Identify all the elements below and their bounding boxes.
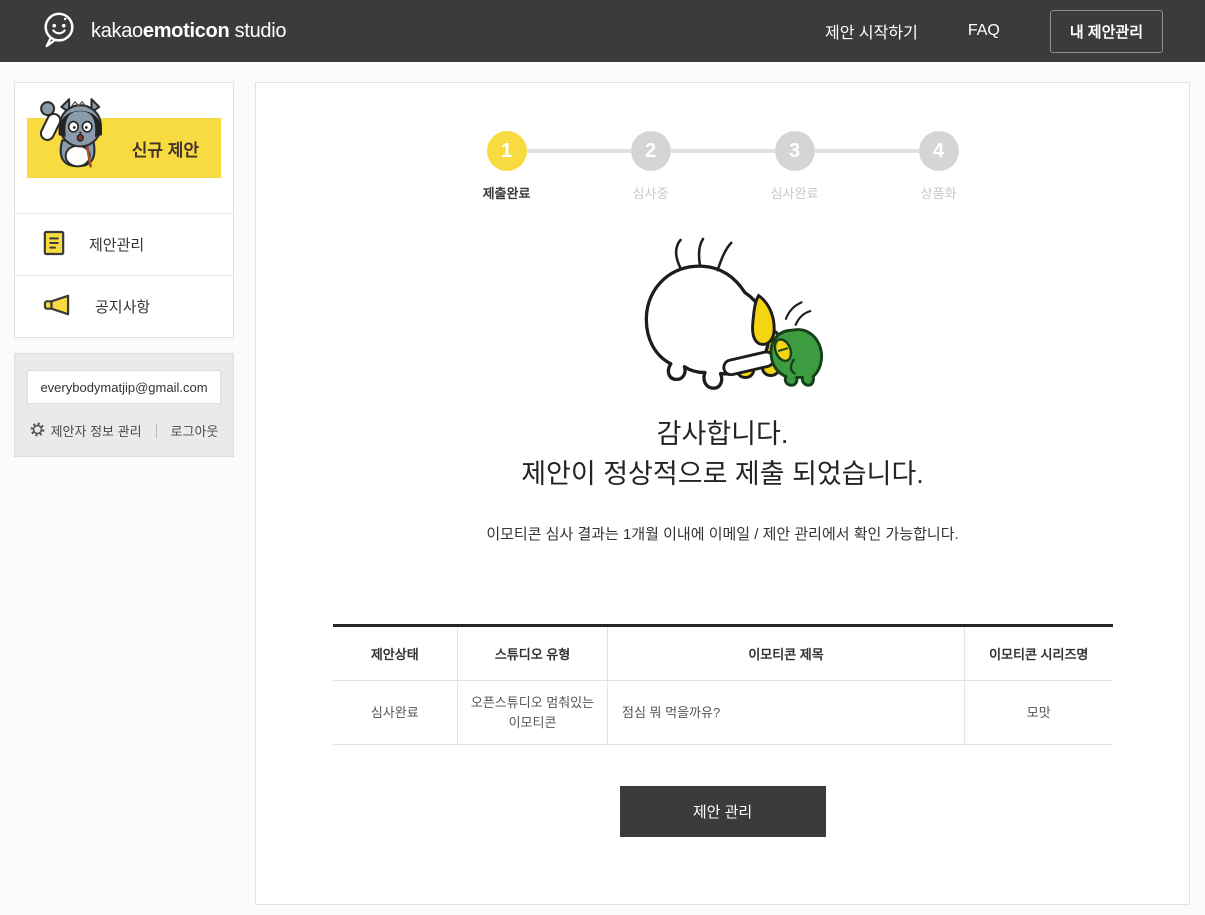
col-header-title: 이모티콘 제목 [607, 625, 965, 681]
progress-steps: 1 제출완료 2 심사중 3 심사완료 4 상품화 [483, 131, 959, 201]
bowing-characters-illustration [256, 237, 1189, 400]
sidebar-item-notices[interactable]: 공지사항 [15, 275, 233, 337]
step-label: 제출완료 [482, 186, 531, 201]
step-circle: 4 [918, 131, 959, 171]
step-label: 상품화 [920, 186, 957, 201]
thanks-line-2: 제안이 정상적으로 제출 되었습니다. [521, 459, 924, 489]
thanks-message: 감사합니다. 제안이 정상적으로 제출 되었습니다. [256, 414, 1189, 494]
step-label: 심사완료 [770, 186, 819, 201]
cell-status: 심사완료 [332, 680, 458, 745]
top-header: kakaoemoticon studio 제안 시작하기 FAQ 내 제안관리 [0, 0, 1205, 62]
cat-character-icon [33, 92, 119, 175]
proposal-manage-button[interactable]: 제안 관리 [619, 786, 826, 837]
new-proposal-label: 신규 제안 [131, 140, 199, 160]
new-proposal-banner[interactable]: 신규 제안 [27, 98, 221, 178]
account-card: everybodymatjip@gmail.com 제안자 정보 관리 로그아웃 [14, 353, 234, 457]
sidebar-item-label: 제안관리 [89, 237, 145, 254]
sidebar-item-proposal-management[interactable]: 제안관리 [15, 213, 233, 275]
sidebar-menu-card: 신규 제안 제안관리 공지사항 [14, 82, 234, 338]
main-content: 1 제출완료 2 심사중 3 심사완료 4 상품화 감사합니다. 제안이 정상적… [255, 82, 1190, 905]
step-review-complete: 3 심사완료 [771, 131, 818, 201]
thanks-line-1: 감사합니다. [656, 419, 789, 449]
new-proposal-section: 신규 제안 [15, 83, 233, 213]
nav-faq[interactable]: FAQ [968, 22, 1000, 40]
account-actions: 제안자 정보 관리 로그아웃 [27, 421, 221, 440]
step-label: 심사중 [632, 186, 669, 201]
review-notice: 이모티콘 심사 결과는 1개월 이내에 이메일 / 제안 관리에서 확인 가능합… [486, 526, 959, 543]
table-header-row: 제안상태 스튜디오 유형 이모티콘 제목 이모티콘 시리즈명 [332, 625, 1113, 681]
logout-link[interactable]: 로그아웃 [171, 421, 219, 440]
document-icon [43, 230, 65, 260]
step-connector [526, 149, 631, 153]
brand-title: kakaoemoticon studio [91, 19, 287, 42]
step-circle: 3 [774, 131, 815, 171]
step-submitted: 1 제출완료 [483, 131, 530, 201]
divider [155, 423, 157, 438]
brand-logo[interactable]: kakaoemoticon studio [40, 10, 287, 53]
page-layout: 신규 제안 제안관리 공지사항 everybodymatjip@gmail.co… [0, 62, 1205, 905]
header-nav: 제안 시작하기 FAQ 내 제안관리 [825, 9, 1163, 53]
sidebar-item-label: 공지사항 [95, 299, 151, 316]
cell-series: 모맛 [964, 680, 1113, 745]
smiley-speech-bubble-icon [40, 10, 78, 53]
step-in-review: 2 심사중 [630, 131, 671, 201]
col-header-studio-type: 스튜디오 유형 [457, 625, 608, 681]
sidebar: 신규 제안 제안관리 공지사항 everybodymatjip@gmail.co… [14, 82, 234, 457]
step-connector [814, 149, 919, 153]
step-connector [670, 149, 775, 153]
step-commercialization: 4 상품화 [918, 131, 959, 201]
profile-settings-label: 제안자 정보 관리 [50, 424, 142, 439]
step-circle: 2 [630, 131, 671, 171]
megaphone-icon [43, 293, 71, 321]
account-email: everybodymatjip@gmail.com [27, 370, 221, 404]
cell-title: 점심 뭐 먹을까유? [607, 680, 965, 745]
col-header-status: 제안상태 [332, 625, 458, 681]
nav-start-proposal[interactable]: 제안 시작하기 [825, 19, 918, 43]
step-circle: 1 [486, 131, 527, 171]
profile-settings-link[interactable]: 제안자 정보 관리 [30, 421, 142, 440]
gear-icon [30, 422, 45, 440]
proposal-result-table: 제안상태 스튜디오 유형 이모티콘 제목 이모티콘 시리즈명 심사완료 오픈스튜… [332, 624, 1113, 745]
my-proposals-button[interactable]: 내 제안관리 [1049, 9, 1163, 53]
table-row: 심사완료 오픈스튜디오 멈춰있는 이모티콘 점심 뭐 먹을까유? 모맛 [332, 680, 1113, 745]
cell-studio-type: 오픈스튜디오 멈춰있는 이모티콘 [457, 680, 608, 745]
col-header-series: 이모티콘 시리즈명 [964, 625, 1113, 681]
